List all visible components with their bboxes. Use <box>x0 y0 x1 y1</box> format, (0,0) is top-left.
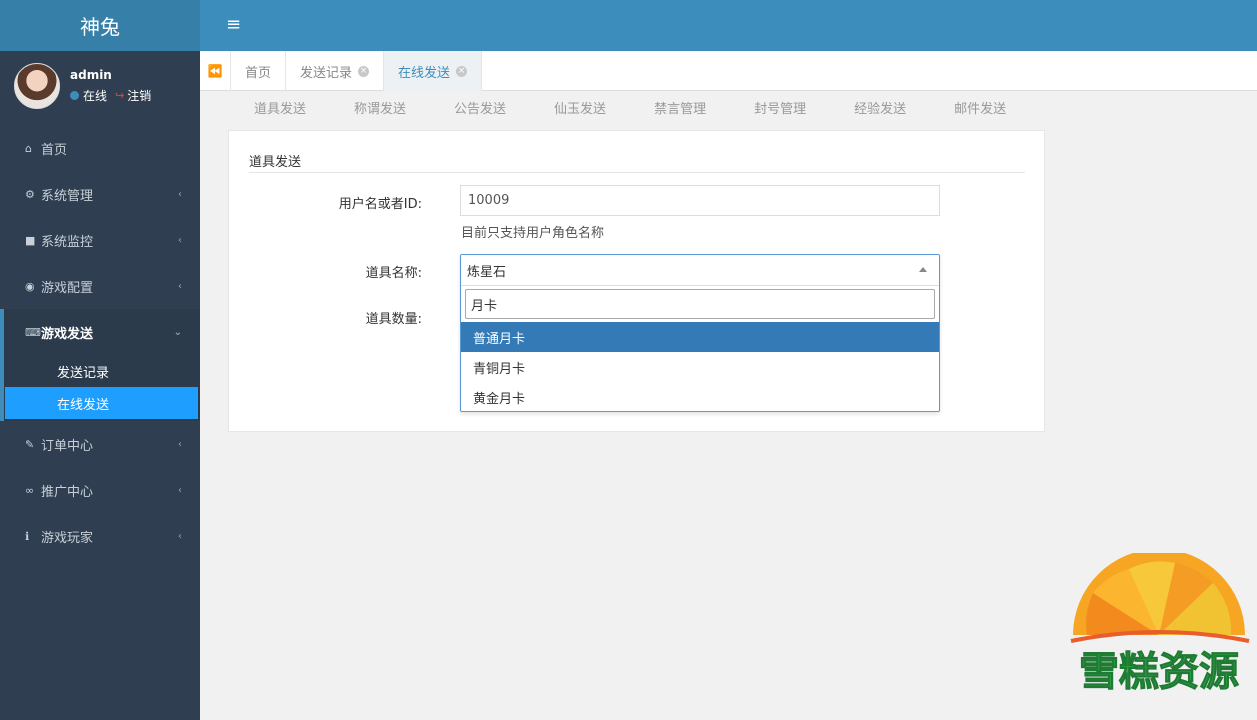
watermark-logo: 雪糕资源 <box>1070 553 1250 696</box>
logout-icon[interactable]: ↪ <box>115 89 124 102</box>
subnav-item-mail-send[interactable]: 邮件发送 <box>954 100 1006 120</box>
item-search-input[interactable]: 月卡 <box>465 289 935 319</box>
sidebar-menu: ⌂ 首页 ⚙ 系统管理 ‹ ■ 系统监控 ‹ ◉ 游戏配置 ‹ ⌨ 游戏发送 ⌄… <box>0 125 200 559</box>
subnav-item-props-send[interactable]: 道具发送 <box>254 100 306 120</box>
tab-bar: ⏪ 首页 发送记录 × 在线发送 × <box>200 51 1257 91</box>
chevron-left-icon: ‹ <box>178 438 182 450</box>
sidebar-item-game-config[interactable]: ◉ 游戏配置 ‹ <box>0 263 200 309</box>
subnav-item-exp-send[interactable]: 经验发送 <box>854 100 906 120</box>
subnav-item-jade-send[interactable]: 仙玉发送 <box>554 100 606 120</box>
select-option-gold-monthly-card[interactable]: 黄金月卡 <box>461 382 939 412</box>
chevron-left-icon: ‹ <box>178 280 182 292</box>
user-name: admin <box>70 68 112 82</box>
sidebar-item-system-monitor[interactable]: ■ 系统监控 ‹ <box>0 217 200 263</box>
select-option-normal-monthly-card[interactable]: 普通月卡 <box>461 322 939 352</box>
watermark-logo-text: 雪糕资源 <box>1079 649 1239 695</box>
user-id-help-text: 目前只支持用户角色名称 <box>461 226 605 241</box>
chevron-left-icon: ‹ <box>178 234 182 246</box>
brand-title[interactable]: 神兔 <box>0 0 200 51</box>
gear-icon: ⚙ <box>25 187 35 201</box>
sidebar-item-promo-center[interactable]: ∞ 推广中心 ‹ <box>0 467 200 513</box>
double-chevron-left-icon: ⏪ <box>207 64 223 78</box>
video-icon: ■ <box>25 233 36 247</box>
select-option-bronze-monthly-card[interactable]: 青铜月卡 <box>461 352 939 382</box>
home-icon: ⌂ <box>25 141 32 155</box>
user-id-input[interactable]: 10009 <box>460 185 940 216</box>
close-icon[interactable]: × <box>456 65 468 77</box>
item-name-select-current[interactable]: 炼星石 <box>461 255 939 286</box>
item-qty-label: 道具数量: <box>365 312 422 327</box>
top-navbar: ≡ <box>200 0 1257 51</box>
gamepad-icon: ◉ <box>25 279 35 293</box>
user-panel: admin 在线 ↪ 注销 <box>0 51 200 121</box>
sidebar: 神兔 admin 在线 ↪ 注销 ⌂ 首页 ⚙ 系统管理 ‹ ■ 系统监控 ‹ <box>0 0 200 720</box>
avatar <box>14 63 60 109</box>
keyboard-icon: ⌨ <box>25 325 41 339</box>
logout-link[interactable]: 注销 <box>127 87 151 104</box>
sidebar-item-game-send[interactable]: ⌨ 游戏发送 ⌄ <box>4 309 200 355</box>
user-id-label: 用户名或者ID: <box>338 197 422 212</box>
subnav-item-title-send[interactable]: 称谓发送 <box>354 100 406 120</box>
sidebar-item-system-manage[interactable]: ⚙ 系统管理 ‹ <box>0 171 200 217</box>
chevron-down-icon: ⌄ <box>173 326 182 338</box>
close-icon[interactable]: × <box>358 65 370 77</box>
tab-online-send[interactable]: 在线发送 × <box>384 51 483 91</box>
chevron-left-icon: ‹ <box>178 188 182 200</box>
sidebar-item-order-center[interactable]: ✎ 订单中心 ‹ <box>0 421 200 467</box>
sidebar-item-game-players[interactable]: ℹ 游戏玩家 ‹ <box>0 513 200 559</box>
panel-title: 道具发送 <box>249 151 1025 173</box>
subnav-item-notice-send[interactable]: 公告发送 <box>454 100 506 120</box>
subnav-item-ban-manage[interactable]: 封号管理 <box>754 100 806 120</box>
online-status-icon <box>70 91 79 100</box>
sidebar-group-game-send: ⌨ 游戏发送 ⌄ 发送记录 在线发送 <box>0 309 200 421</box>
tab-scroll-left-button[interactable]: ⏪ <box>200 51 231 91</box>
caret-up-icon <box>919 267 927 272</box>
sidebar-subitem-online-send[interactable]: 在线发送 <box>5 387 198 419</box>
chevron-left-icon: ‹ <box>178 484 182 496</box>
chevron-left-icon: ‹ <box>178 530 182 542</box>
item-name-select[interactable]: 炼星石 月卡 普通月卡 青铜月卡 黄金月卡 <box>460 254 940 412</box>
person-icon: ℹ <box>25 529 30 543</box>
tab-send-records[interactable]: 发送记录 × <box>286 51 385 91</box>
tab-home[interactable]: 首页 <box>231 51 287 91</box>
handshake-icon: ∞ <box>25 483 35 497</box>
sidebar-subitem-send-records[interactable]: 发送记录 <box>4 355 200 387</box>
brush-icon: ✎ <box>25 437 35 451</box>
online-status-text: 在线 <box>83 89 108 103</box>
sidebar-item-home[interactable]: ⌂ 首页 <box>0 125 200 171</box>
subnav-item-mute-manage[interactable]: 禁言管理 <box>654 100 706 120</box>
function-subnav: 道具发送 称谓发送 公告发送 仙玉发送 禁言管理 封号管理 经验发送 邮件发送 <box>254 100 1054 120</box>
hamburger-icon[interactable]: ≡ <box>226 16 241 34</box>
item-name-label: 道具名称: <box>365 266 422 281</box>
